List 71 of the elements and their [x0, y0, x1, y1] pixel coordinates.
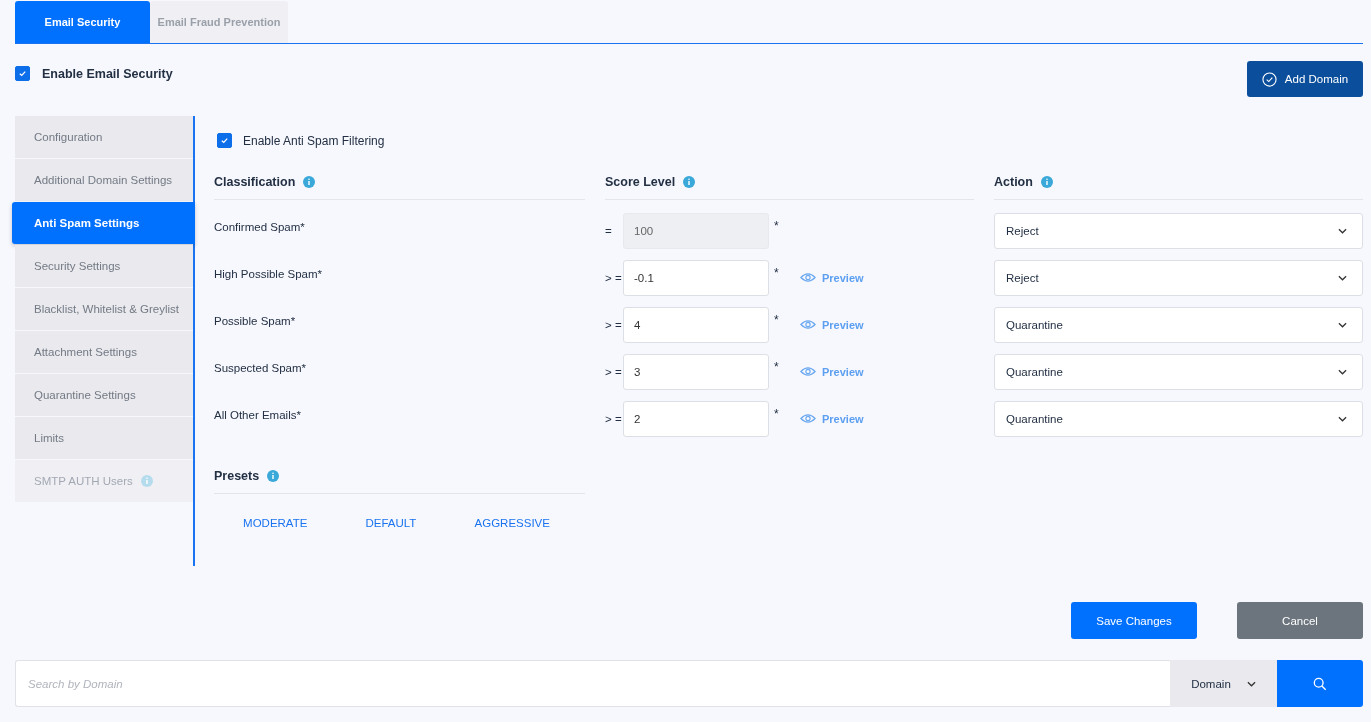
- operator-label: > =: [605, 412, 623, 425]
- preview-link[interactable]: Preview: [800, 318, 864, 331]
- score-field[interactable]: 2: [623, 400, 769, 437]
- operator-label: =: [605, 224, 613, 237]
- preset-button[interactable]: AGGRESSIVE: [468, 516, 556, 530]
- sidebar-item[interactable]: Quarantine Settings: [15, 374, 193, 416]
- action-dropdown[interactable]: Quarantine: [994, 306, 1363, 343]
- preview-link[interactable]: Preview: [800, 412, 864, 425]
- info-icon: [683, 175, 696, 188]
- operator-label: > =: [605, 318, 623, 331]
- eye-icon: [800, 272, 816, 283]
- chevron-down-icon: [1246, 680, 1256, 687]
- chevron-down-icon: [1338, 368, 1347, 375]
- sidebar-item[interactable]: Limits: [15, 417, 193, 459]
- classification-label: High Possible Spam*: [214, 268, 323, 280]
- checkbox[interactable]: [15, 66, 30, 81]
- eye-icon: [800, 366, 816, 377]
- sidebar-item[interactable]: Security Settings: [15, 245, 193, 287]
- tab[interactable]: Email Security: [15, 1, 150, 43]
- classification-label: Suspected Spam*: [214, 362, 307, 374]
- chevron-down-icon: [1338, 274, 1347, 281]
- search-field[interactable]: Search by Domain: [15, 660, 1170, 707]
- chevron-down-icon: [1338, 321, 1347, 328]
- chevron-down-icon: [1338, 227, 1347, 234]
- score-field[interactable]: 4: [623, 306, 769, 343]
- score-field[interactable]: 3: [623, 353, 769, 390]
- action-dropdown[interactable]: Quarantine: [994, 400, 1363, 437]
- column-header: Classification: [214, 174, 296, 189]
- info-icon: [267, 469, 280, 482]
- sidebar-item[interactable]: Configuration: [15, 116, 193, 158]
- action-dropdown[interactable]: Quarantine: [994, 353, 1363, 390]
- sidebar-item[interactable]: Attachment Settings: [15, 331, 193, 373]
- checkmark-icon: [220, 136, 229, 145]
- checkbox[interactable]: [217, 133, 232, 148]
- sidebar-item[interactable]: Blacklist, Whitelist & Greylist: [15, 288, 193, 330]
- sidebar-item[interactable]: Additional Domain Settings: [15, 159, 193, 201]
- save-button[interactable]: Save Changes: [1071, 602, 1197, 639]
- classification-label: All Other Emails*: [214, 409, 301, 421]
- info-icon: [303, 175, 316, 188]
- checkmark-icon: [18, 69, 27, 78]
- chevron-down-icon: [1338, 415, 1347, 422]
- info-icon: [1040, 175, 1053, 188]
- checkbox-label: Enable Email Security: [42, 66, 173, 81]
- add-domain-button[interactable]: Add Domain: [1247, 61, 1363, 97]
- filter-dropdown[interactable]: Domain: [1170, 660, 1277, 707]
- checkbox-label: Enable Anti Spam Filtering: [243, 133, 385, 148]
- score-field[interactable]: -0.1: [623, 259, 769, 296]
- eye-icon: [800, 319, 816, 330]
- required-mark: *: [774, 266, 780, 280]
- required-mark: *: [774, 360, 780, 374]
- check-circle-icon: [1261, 71, 1277, 87]
- operator-label: > =: [605, 271, 623, 284]
- search-icon: [1313, 676, 1327, 691]
- classification-label: Confirmed Spam*: [214, 221, 305, 233]
- column-header: Action: [994, 174, 1033, 189]
- section-title: Presets: [214, 468, 260, 483]
- column-header: Score Level: [605, 174, 676, 189]
- action-dropdown[interactable]: Reject: [994, 259, 1363, 296]
- required-mark: *: [774, 219, 780, 233]
- eye-icon: [800, 413, 816, 424]
- classification-label: Possible Spam*: [214, 315, 296, 327]
- preview-link[interactable]: Preview: [800, 271, 864, 284]
- required-mark: *: [774, 313, 780, 327]
- cancel-button[interactable]: Cancel: [1237, 602, 1363, 639]
- required-mark: *: [774, 407, 780, 421]
- preset-button[interactable]: MODERATE: [237, 516, 314, 530]
- preview-link[interactable]: Preview: [800, 365, 864, 378]
- operator-label: > =: [605, 365, 623, 378]
- preset-button[interactable]: DEFAULT: [359, 516, 423, 530]
- tab[interactable]: Email Fraud Prevention: [150, 1, 288, 43]
- sidebar-item[interactable]: Anti Spam Settings: [12, 202, 195, 244]
